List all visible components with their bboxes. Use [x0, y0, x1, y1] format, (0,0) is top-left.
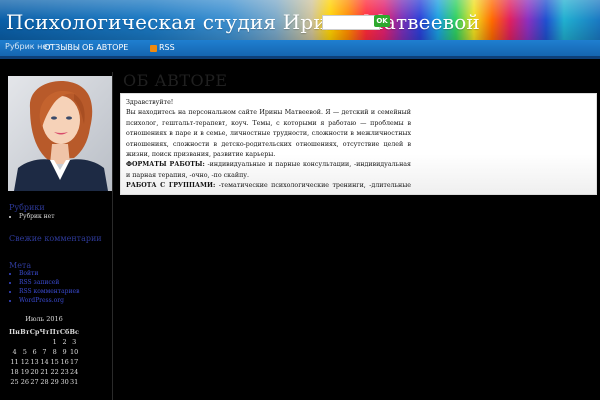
calendar-day: 9 — [62, 348, 67, 356]
calendar-day: 4 — [12, 348, 17, 356]
calendar-day: 6 — [32, 348, 37, 356]
rubrics-widget-title: Рубрики — [9, 203, 45, 212]
rubrics-empty-item: Рубрик нет — [19, 213, 55, 220]
nav-item-about-author[interactable]: ОБ АВТОРЕ — [82, 43, 128, 52]
calendar-day: 26 — [20, 378, 29, 386]
calendar-weekday: Ср — [29, 328, 40, 336]
calendar-day: 29 — [50, 378, 59, 386]
meta-wordpress-link[interactable]: WordPress.org — [19, 297, 79, 304]
nav-item-rss[interactable]: RSS — [159, 43, 175, 52]
nav-divider — [0, 56, 600, 59]
calendar-day: 23 — [60, 368, 69, 376]
calendar-day: 1 — [52, 338, 57, 346]
calendar-day: 5 — [22, 348, 27, 356]
calendar-day: 30 — [60, 378, 69, 386]
calendar-day: 2 — [62, 338, 67, 346]
calendar-week-row: 123 — [9, 337, 79, 347]
page-title: ОБ АВТОРЕ — [123, 71, 228, 90]
sidebar-divider — [112, 72, 113, 400]
calendar-week-row: 18 19 20 21 22 23 24 — [9, 367, 79, 377]
meta-rss-comments-link[interactable]: RSS комментариев — [19, 288, 79, 295]
author-photo — [8, 76, 112, 191]
post-body: Здравствуйте! Вы находитесь на персональ… — [126, 98, 411, 194]
calendar-day: 13 — [30, 358, 39, 366]
calendar-day: 19 — [20, 368, 29, 376]
nav-item-reviews[interactable]: ОТЗЫВЫ — [44, 43, 80, 52]
calendar-week-row: 25 26 27 28 29 30 31 — [9, 377, 79, 387]
site-header: Психологическая студия Ирины Матвеевой — [0, 0, 600, 40]
post-formats: ФОРМАТЫ РАБОТЫ: -индивидуальные и парные… — [126, 160, 411, 181]
meta-widget-title: Мета — [9, 261, 32, 270]
calendar-day: 10 — [70, 348, 79, 356]
post-content-box: Здравствуйте! Вы находитесь на персональ… — [120, 93, 597, 195]
post-groups: РАБОТА С ГРУППАМИ: -тематические психоло… — [126, 181, 411, 194]
search-input[interactable] — [322, 15, 380, 30]
calendar-weekday: Чт — [39, 328, 50, 336]
calendar-day: 24 — [70, 368, 79, 376]
calendar-day: 3 — [72, 338, 77, 346]
calendar-caption: Июль 2016 — [25, 315, 63, 323]
calendar-day — [39, 337, 49, 347]
calendar-day: 7 — [42, 348, 47, 356]
meta-list: Войти RSS записей RSS комментариев WordP… — [11, 270, 79, 306]
calendar-day: 16 — [60, 358, 69, 366]
calendar-day: 20 — [30, 368, 39, 376]
formats-label: ФОРМАТЫ РАБОТЫ: — [126, 161, 205, 169]
calendar-day: 17 — [70, 358, 79, 366]
calendar-day: 28 — [40, 378, 49, 386]
calendar-week-row: 11 12 13 14 15 16 17 — [9, 357, 79, 367]
calendar-day: 31 — [70, 378, 79, 386]
site-title[interactable]: Психологическая студия Ирины Матвеевой — [6, 10, 480, 34]
post-greeting: Здравствуйте! — [126, 99, 174, 106]
calendar-weekday: Вт — [20, 328, 30, 336]
calendar-day: 8 — [52, 348, 57, 356]
calendar-day — [9, 337, 20, 347]
calendar-day — [30, 337, 40, 347]
meta-login-link[interactable]: Войти — [19, 270, 79, 277]
calendar-weekday: Вс — [69, 328, 79, 336]
calendar-table: Пн Вт Ср Чт Пт Сб Вс 1 2 3 4 5 6 7 8 9 10 11 12 13 14 15 16 17… — [9, 327, 79, 387]
calendar-day: 21 — [40, 368, 49, 376]
calendar-day — [20, 337, 30, 347]
rubrics-list: Рубрик нет — [11, 213, 55, 222]
calendar-day: 14 — [40, 358, 49, 366]
calendar-day: 25 — [10, 378, 19, 386]
calendar-day: 27 — [30, 378, 39, 386]
meta-rss-posts-link[interactable]: RSS записей — [19, 279, 79, 286]
calendar-weekday: Сб — [59, 328, 70, 336]
calendar-widget: Июль 2016 Пн Вт Ср Чт Пт Сб Вс 1 2 3 4 5 6 7 8 9 10 11 12… — [9, 315, 79, 387]
calendar-weekday: Пн — [9, 328, 20, 336]
calendar-day: 22 — [50, 368, 59, 376]
calendar-day: 15 — [50, 358, 59, 366]
search-button[interactable]: OK — [374, 15, 390, 27]
rss-icon[interactable] — [150, 45, 157, 52]
main-nav: Рубрик нет ОТЗЫВЫ ОБ АВТОРЕ RSS — [0, 40, 600, 56]
calendar-week-row: 4 5 6 7 8 9 10 — [9, 347, 79, 357]
calendar-weekday: Пт — [49, 328, 60, 336]
post-intro: Вы находитесь на персональном сайте Ирин… — [126, 109, 411, 159]
calendar-day: 11 — [10, 358, 19, 366]
recent-comments-title: Свежие комментарии — [9, 234, 102, 243]
calendar-day: 18 — [10, 368, 19, 376]
calendar-day: 12 — [20, 358, 29, 366]
groups-label: РАБОТА С ГРУППАМИ: — [126, 182, 216, 190]
